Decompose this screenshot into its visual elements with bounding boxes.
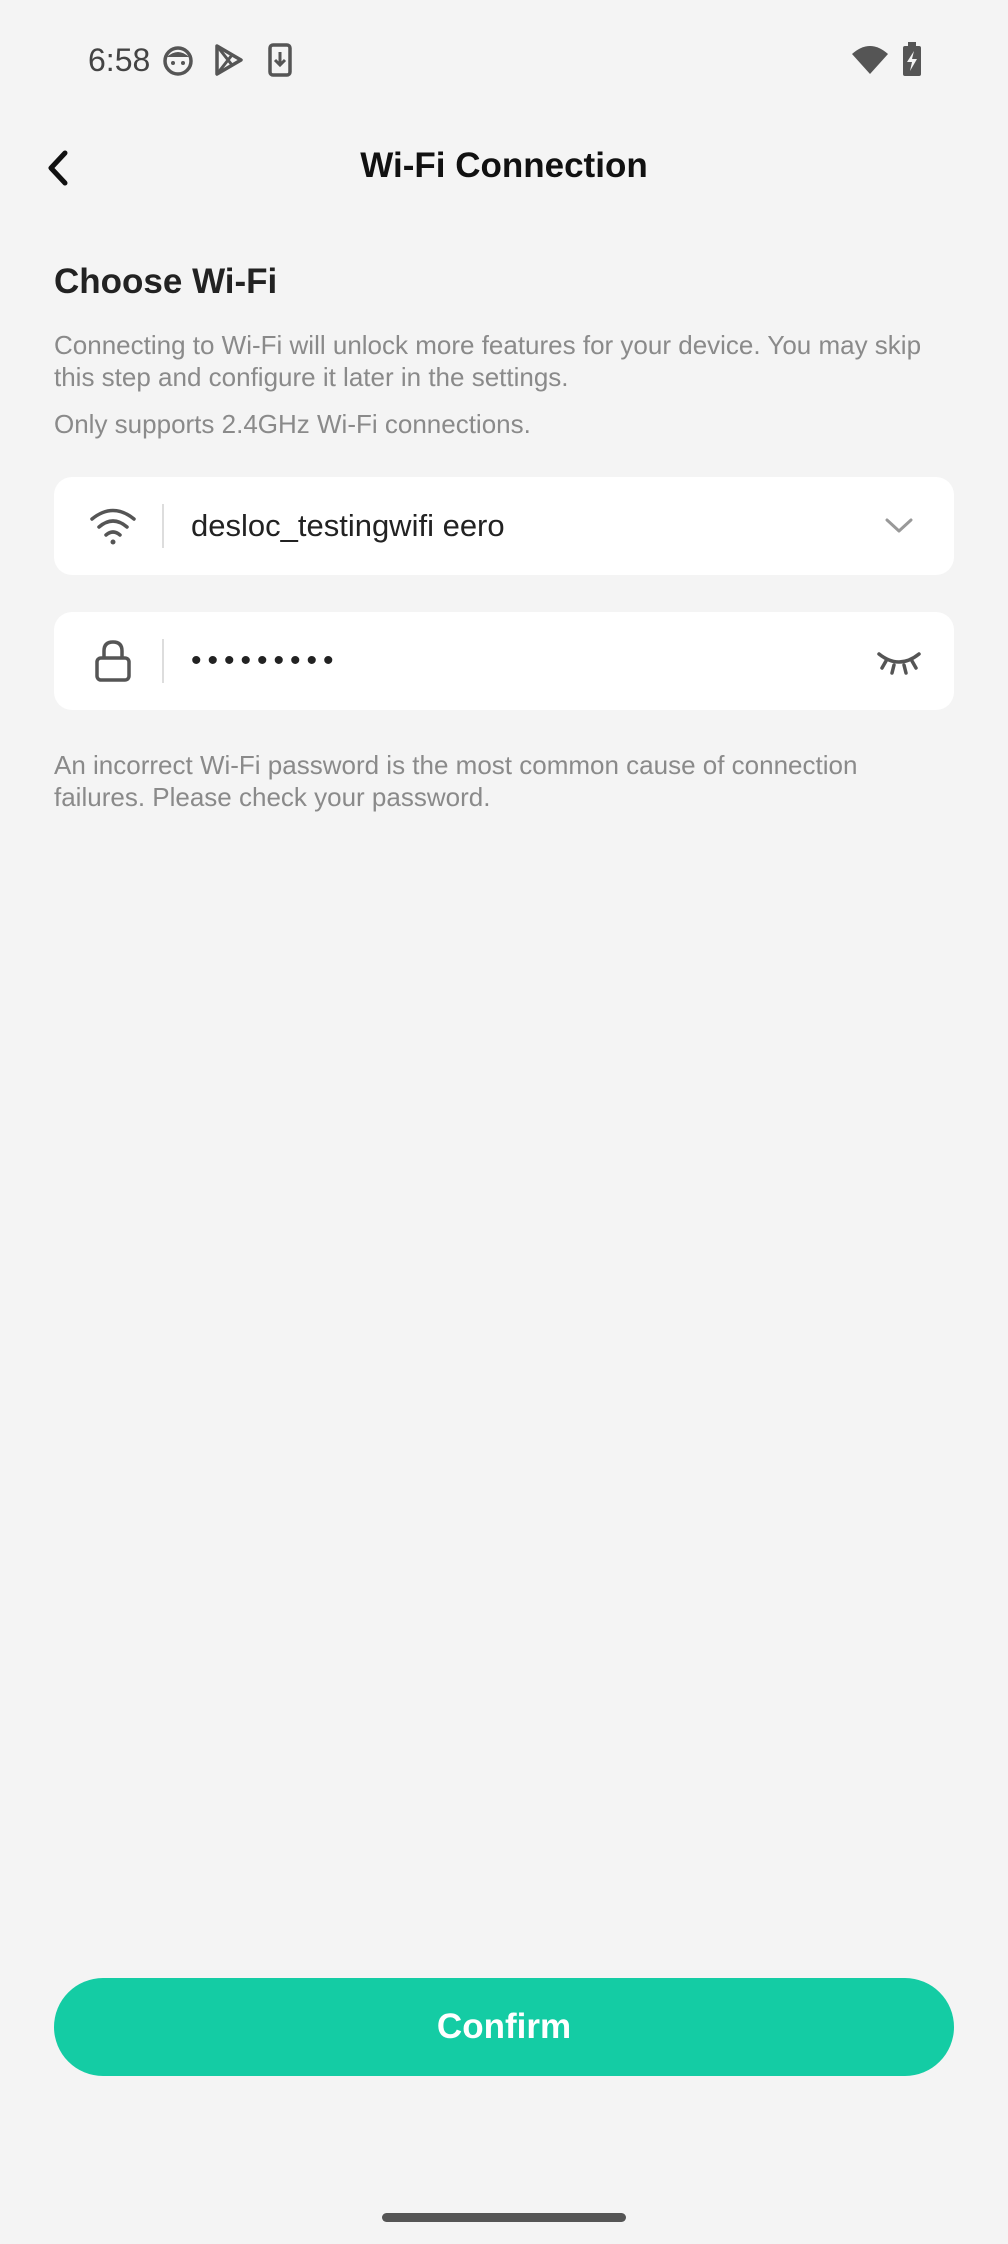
- play-store-icon: [208, 40, 248, 80]
- section-description: Connecting to Wi-Fi will unlock more fea…: [54, 330, 922, 392]
- home-indicator[interactable]: [382, 2213, 626, 2222]
- status-time: 6:58: [88, 42, 151, 78]
- field-divider: [162, 504, 164, 548]
- password-input[interactable]: •••••••••: [191, 612, 340, 710]
- chevron-down-icon[interactable]: [874, 501, 924, 551]
- wifi-icon: [88, 501, 138, 551]
- wifi-signal-icon: [850, 40, 890, 80]
- battery-charging-icon: [892, 40, 932, 80]
- wifi-network-value: desloc_testingwifi eero: [191, 508, 505, 543]
- eye-closed-icon[interactable]: [874, 636, 924, 686]
- section-title: Choose Wi-Fi: [54, 262, 278, 301]
- status-bar: 6:58: [0, 0, 1008, 120]
- download-icon: [260, 40, 300, 80]
- header: Wi-Fi Connection: [0, 120, 1008, 220]
- password-field[interactable]: •••••••••: [54, 612, 954, 710]
- face-notification-icon: [158, 40, 198, 80]
- page-title: Wi-Fi Connection: [360, 146, 648, 185]
- wifi-network-select[interactable]: desloc_testingwifi eero: [54, 477, 954, 575]
- password-hint: An incorrect Wi-Fi password is the most …: [54, 750, 858, 812]
- confirm-button[interactable]: Confirm: [54, 1978, 954, 2076]
- field-divider: [162, 639, 164, 683]
- frequency-note: Only supports 2.4GHz Wi-Fi connections.: [54, 409, 531, 439]
- lock-icon: [88, 636, 138, 686]
